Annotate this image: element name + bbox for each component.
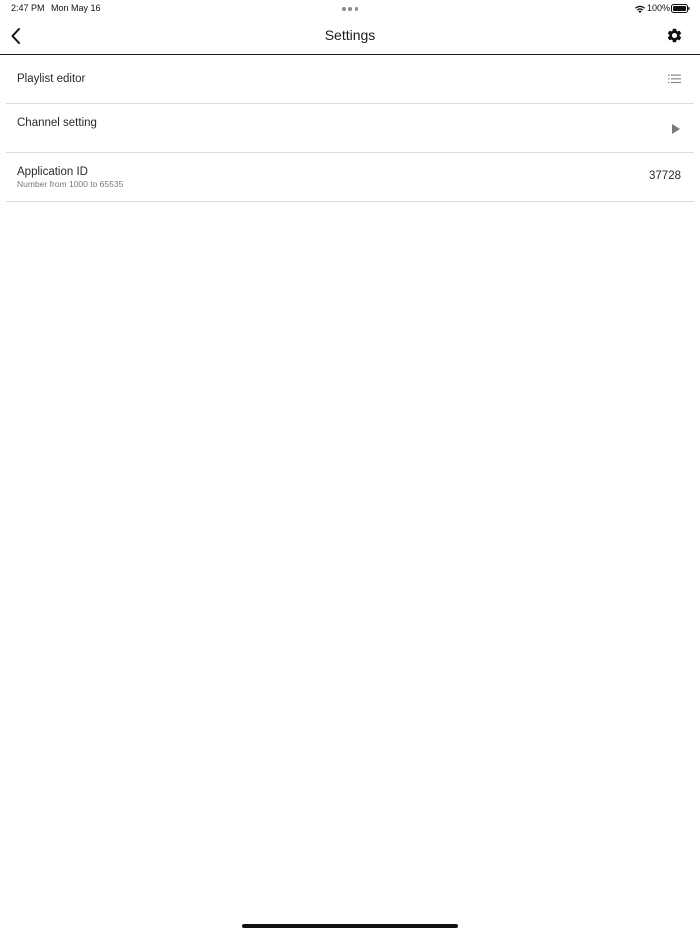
settings-list: Playlist editor Channel setting Applicat… [6, 55, 694, 202]
settings-row-channel-setting[interactable]: Channel setting [6, 104, 694, 153]
gear-icon [667, 28, 682, 43]
row-label: Application ID [17, 166, 88, 178]
row-label: Playlist editor [17, 73, 86, 85]
battery-percentage: 100% [647, 3, 671, 13]
multitask-dots-icon[interactable] [342, 7, 358, 11]
status-bar: 2:47 PM Mon May 16 100% [0, 0, 700, 18]
application-id-value[interactable]: 37728 [649, 170, 681, 182]
list-icon [668, 74, 681, 84]
row-sublabel: Number from 1000 to 65535 [17, 179, 124, 189]
status-date: Mon May 16 [51, 3, 101, 13]
settings-row-application-id[interactable]: Application ID Number from 1000 to 65535… [6, 153, 694, 202]
row-label: Channel setting [17, 117, 97, 129]
home-indicator[interactable] [242, 924, 458, 928]
settings-button[interactable] [666, 27, 683, 44]
navigation-bar: Settings [0, 18, 700, 55]
settings-row-playlist-editor[interactable]: Playlist editor [6, 55, 694, 104]
page-title: Settings [324, 27, 376, 43]
status-time: 2:47 PM [11, 3, 45, 13]
play-triangle-icon [672, 124, 680, 134]
wifi-icon [635, 5, 645, 14]
battery-icon [671, 4, 690, 13]
